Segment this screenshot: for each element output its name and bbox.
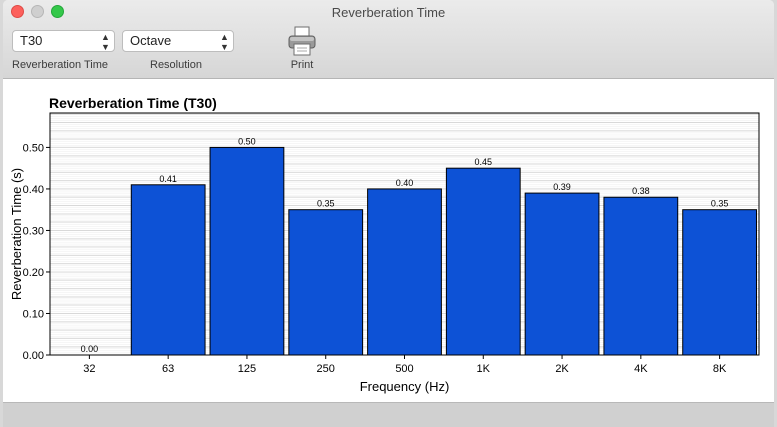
status-footer (3, 402, 774, 427)
x-tick-label: 8K (713, 363, 727, 375)
x-tick-label: 63 (162, 363, 174, 375)
bar-value-label: 0.40 (396, 178, 414, 188)
title-bar: Reverberation Time T30 ▲ ▼ Reverberation … (3, 0, 774, 79)
x-tick-label: 4K (634, 363, 648, 375)
x-axis-label: Frequency (Hz) (360, 379, 450, 394)
bar-value-label: 0.39 (553, 182, 571, 192)
y-tick-label: 0.00 (23, 350, 44, 362)
y-axis-ticks: 0.00 0.10 0.20 0.30 0.40 0.50 (23, 142, 50, 362)
bar (603, 196, 679, 356)
bar-value-label: 0.38 (632, 186, 650, 196)
bar (524, 192, 600, 356)
chevron-updown-icon: ▲ ▼ (101, 32, 110, 52)
bar (445, 167, 521, 356)
bar (130, 184, 206, 356)
y-tick-label: 0.40 (23, 184, 44, 196)
y-axis-label: Reverberation Time (s) (9, 168, 24, 300)
resolution-popup-value: Octave (130, 33, 172, 48)
x-tick-label: 125 (238, 363, 256, 375)
y-tick-label: 0.50 (23, 142, 44, 154)
bar (367, 188, 442, 356)
x-tick-label: 500 (395, 363, 413, 375)
chevron-updown-icon: ▲ ▼ (220, 32, 229, 52)
resolution-popup-label: Resolution (150, 59, 202, 71)
bar-value-label: 0.35 (317, 199, 335, 209)
bar-value-label: 0.00 (81, 344, 99, 354)
chart-panel: Reverberation Time (T30) 0.00 0.41 0.50 0.3… (3, 79, 774, 402)
bar (682, 209, 758, 356)
window-title: Reverberation Time (331, 5, 446, 20)
y-tick-label: 0.30 (23, 225, 44, 237)
bar-value-label: 0.35 (711, 199, 729, 209)
x-tick-label: 32 (83, 363, 95, 375)
x-tick-label: 2K (555, 363, 569, 375)
printer-icon (288, 26, 316, 56)
print-button[interactable] (286, 24, 318, 58)
measure-popup[interactable]: T30 ▲ ▼ (12, 30, 115, 52)
measure-popup-label: Reverberation Time (12, 59, 108, 71)
bar-value-label: 0.50 (238, 136, 256, 146)
x-tick-label: 250 (317, 363, 335, 375)
bar-value-label: 0.41 (159, 174, 177, 184)
app-window: Reverberation Time T30 ▲ ▼ Reverberation … (3, 0, 774, 427)
bar (209, 146, 285, 356)
resolution-popup[interactable]: Octave ▲ ▼ (122, 30, 234, 52)
bar-chart: 0.00 0.41 0.50 0.35 0.40 0.45 0.39 0.38 0.35 0.0… (9, 112, 760, 394)
y-tick-label: 0.20 (23, 267, 44, 279)
measure-popup-value: T30 (20, 33, 43, 48)
bar (288, 209, 364, 356)
x-tick-label: 1K (477, 363, 491, 375)
print-button-label: Print (290, 59, 314, 71)
x-axis-ticks: 32 63 125 250 500 1K 2K 4K 8K (83, 355, 727, 375)
y-tick-label: 0.10 (23, 308, 44, 320)
bar-value-label: 0.45 (475, 157, 493, 167)
